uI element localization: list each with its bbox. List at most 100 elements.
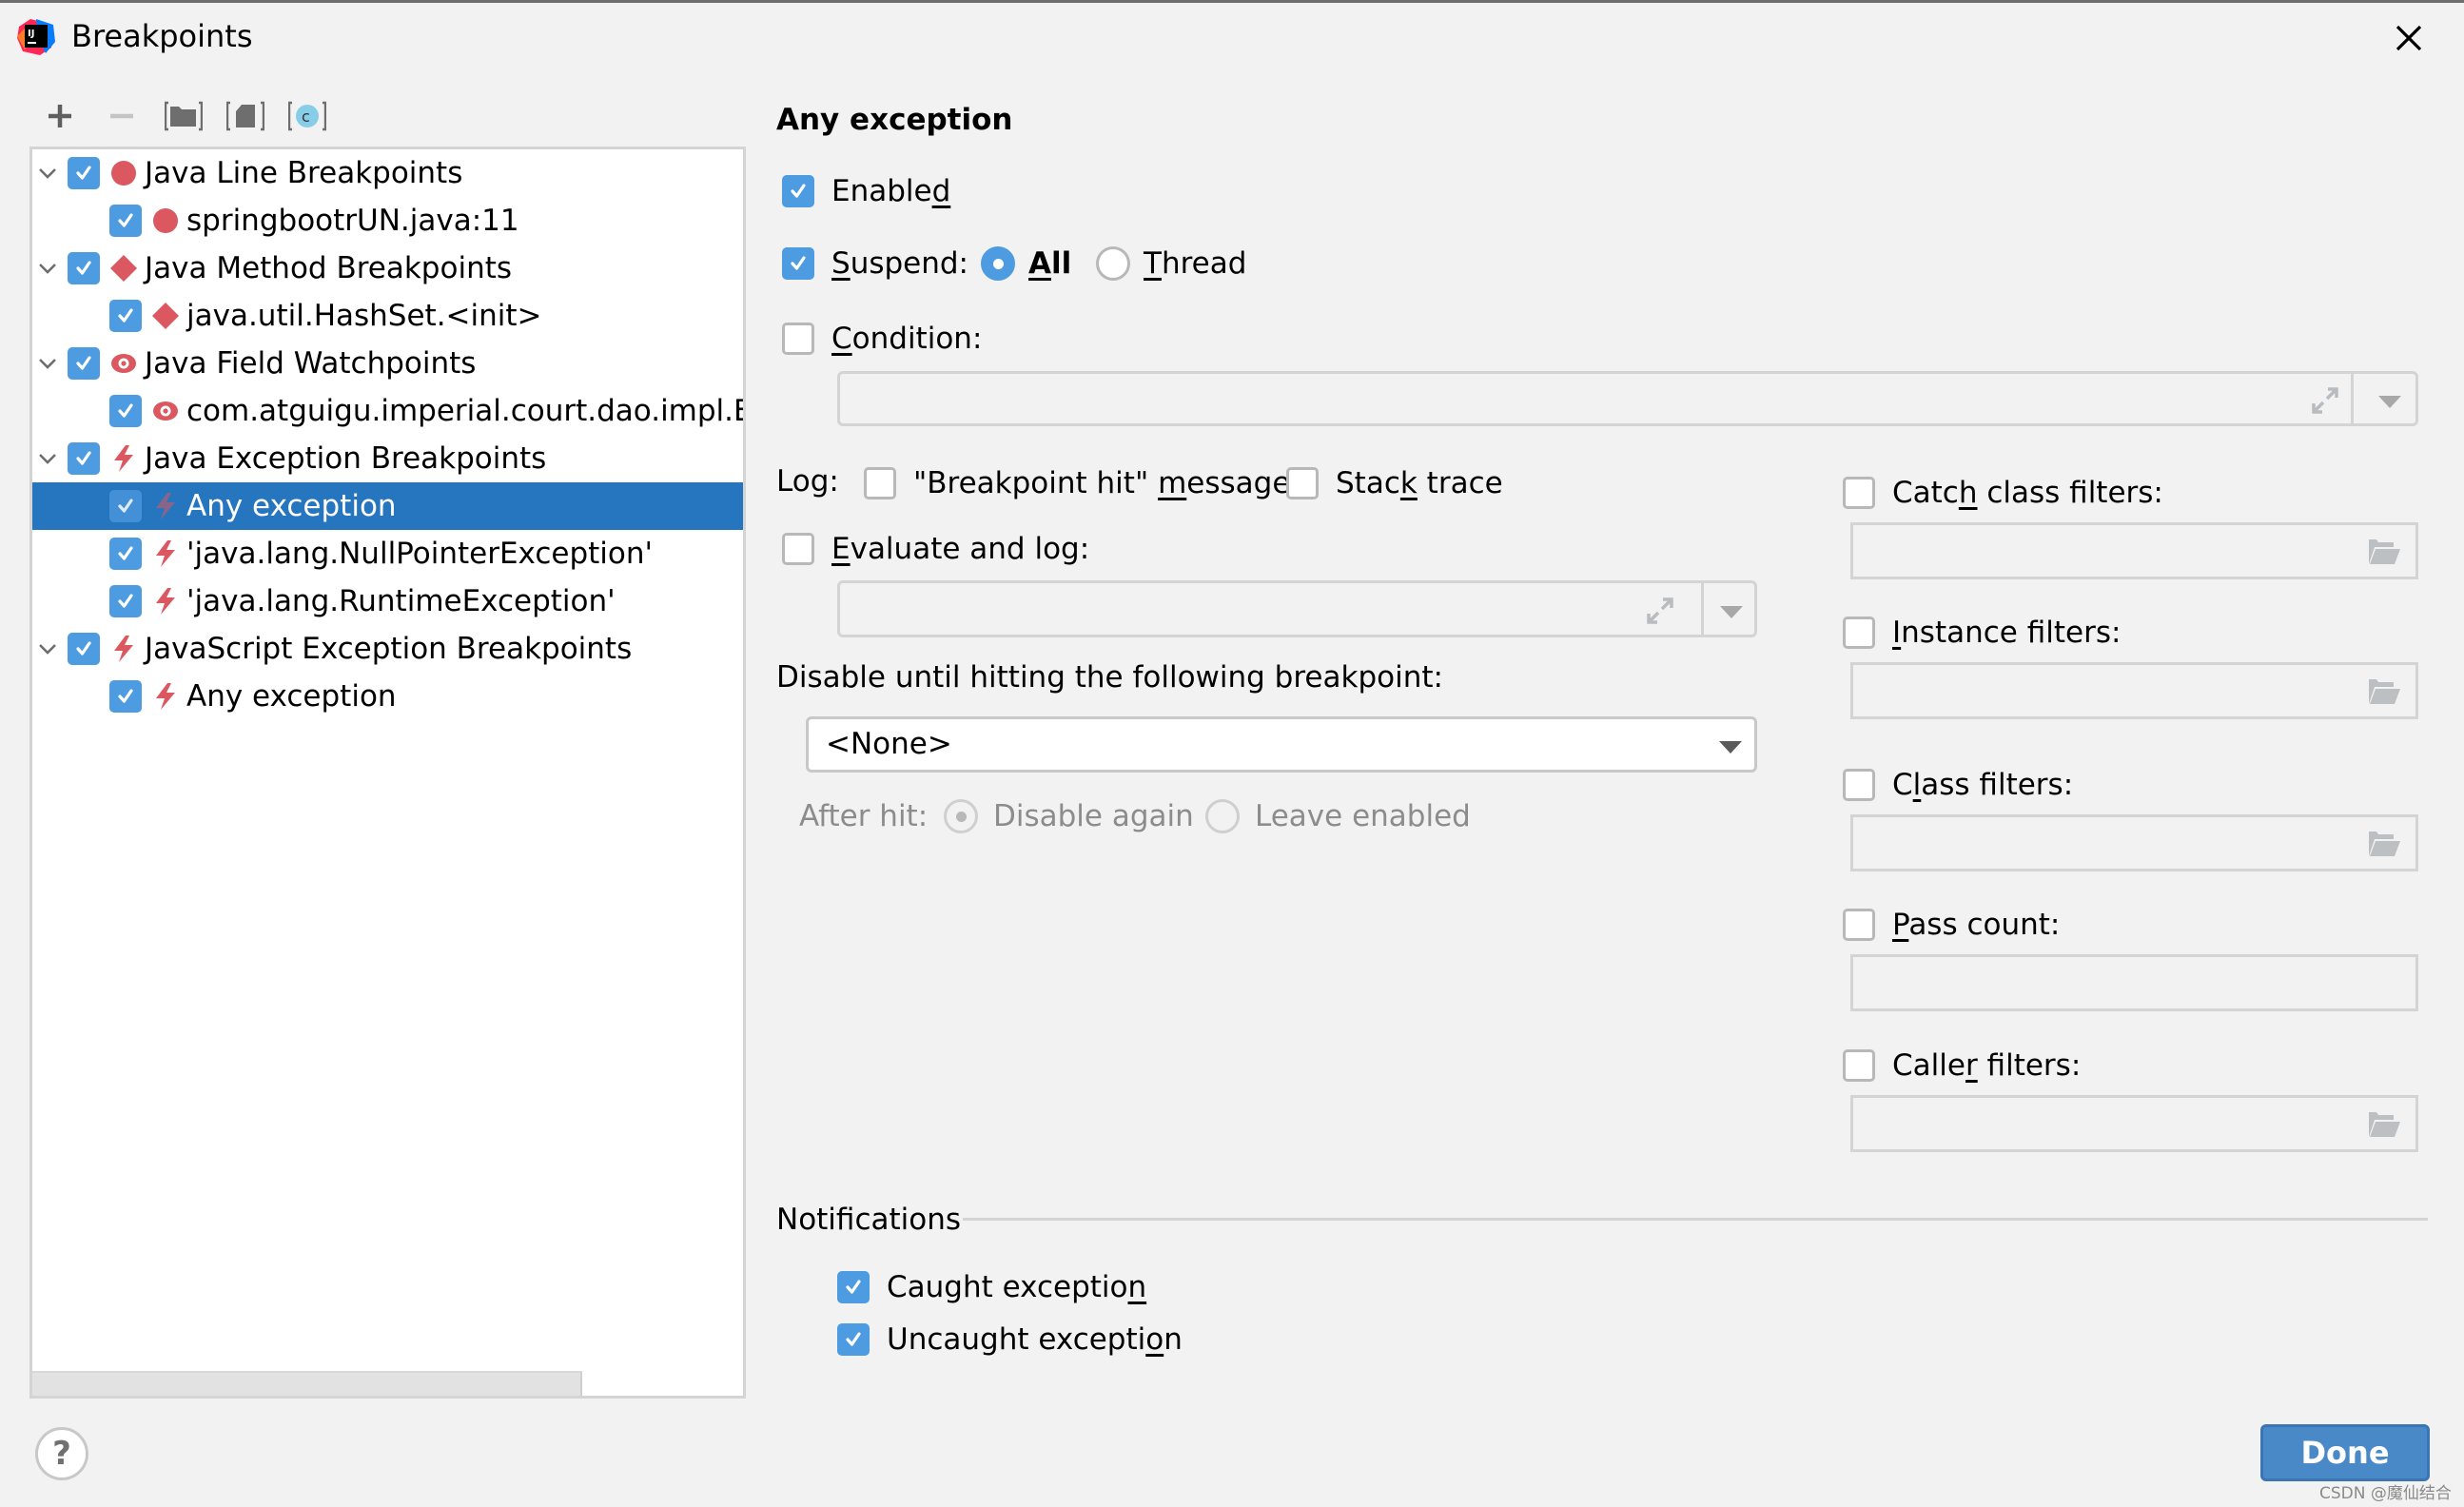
pass-count-checkbox[interactable]: Pass count: (1843, 904, 2060, 946)
tree-item-checkbox[interactable] (109, 538, 142, 570)
checkbox[interactable] (1843, 477, 1875, 509)
disable-until-select[interactable]: <None> (806, 716, 1757, 773)
tree-item[interactable]: Java Method Breakpoints (32, 245, 743, 292)
suspend-thread-radio[interactable]: Thread (1096, 243, 1246, 284)
field-watchpoint-icon (151, 397, 180, 425)
tree-item[interactable]: springbootrUN.java:11 (32, 197, 743, 245)
uncaught-exception-checkbox[interactable]: Uncaught exception (837, 1319, 1183, 1360)
checkbox[interactable] (837, 1323, 870, 1356)
chevron-down-icon[interactable] (36, 162, 59, 185)
radio-button[interactable] (1096, 246, 1130, 281)
expand-icon[interactable] (1645, 596, 1675, 626)
tree-item-checkbox[interactable] (109, 300, 142, 332)
radio-button[interactable] (1205, 799, 1240, 833)
checkbox[interactable] (782, 533, 814, 565)
checkbox[interactable] (1286, 467, 1319, 499)
evaluate-and-log-checkbox[interactable]: Evaluate and log: (782, 528, 1089, 570)
tree-item[interactable]: Java Field Watchpoints (32, 340, 743, 387)
catch-class-filters-input[interactable] (1850, 522, 2418, 579)
radio-button[interactable] (944, 799, 978, 833)
tree-item-checkbox[interactable] (68, 157, 100, 189)
tree-item[interactable]: JavaScript Exception Breakpoints (32, 625, 743, 673)
tree-item[interactable]: Any exception (32, 673, 743, 720)
suspend-checkbox-box[interactable] (782, 247, 814, 280)
uncaught-exception-label: Uncaught exception (887, 1322, 1183, 1357)
browse-folder-icon[interactable] (2367, 830, 2401, 858)
tree-item[interactable]: java.util.HashSet.<init> (32, 292, 743, 340)
checkmark-icon (76, 641, 91, 656)
breakpoint-hit-message-checkbox[interactable]: "Breakpoint hit" message (864, 462, 1290, 504)
tree-item-checkbox[interactable] (68, 442, 100, 475)
suspend-checkbox[interactable]: Suspend: (782, 243, 968, 284)
condition-input[interactable] (837, 371, 2418, 426)
instance-filters-input[interactable] (1850, 662, 2418, 719)
suspend-all-radio[interactable]: All (981, 243, 1071, 284)
checkbox[interactable] (1843, 909, 1875, 941)
tree-item-checkbox[interactable] (109, 395, 142, 427)
caller-filters-input[interactable] (1850, 1095, 2418, 1152)
tree-item-checkbox[interactable] (68, 347, 100, 380)
instance-filters-checkbox[interactable]: Instance filters: (1843, 612, 2121, 654)
pass-count-input[interactable] (1850, 954, 2418, 1011)
evaluate-and-log-label: Evaluate and log: (831, 532, 1090, 566)
checkbox[interactable] (837, 1271, 870, 1303)
tree-item-checkbox[interactable] (109, 490, 142, 522)
tree-item-checkbox[interactable] (68, 633, 100, 665)
browse-folder-icon[interactable] (2367, 677, 2401, 706)
checkbox[interactable] (864, 467, 896, 499)
evaluate-and-log-input[interactable] (837, 580, 1757, 637)
tree-item[interactable]: Java Line Breakpoints (32, 149, 743, 197)
remove-breakpoint-button[interactable] (105, 99, 139, 133)
exception-breakpoint-icon (151, 539, 180, 568)
done-button[interactable]: Done (2260, 1424, 2430, 1481)
dropdown-arrow-icon[interactable] (1720, 606, 1743, 618)
notifications-divider (963, 1218, 2428, 1221)
class-group-icon: c (288, 101, 326, 131)
horizontal-scrollbar[interactable] (32, 1371, 582, 1396)
help-button[interactable]: ? (35, 1427, 88, 1480)
tree-item[interactable]: Java Exception Breakpoints (32, 435, 743, 482)
chevron-down-icon[interactable] (36, 637, 59, 660)
stack-trace-checkbox[interactable]: Stack trace (1286, 462, 1503, 504)
group-by-file-button[interactable] (226, 99, 264, 133)
checkbox[interactable] (1843, 1049, 1875, 1082)
stack-trace-label: Stack trace (1336, 466, 1503, 500)
chevron-down-icon[interactable] (36, 352, 59, 375)
tree-item[interactable]: 'java.lang.RuntimeException' (32, 577, 743, 625)
caller-filters-checkbox[interactable]: Caller filters: (1843, 1045, 2081, 1086)
caught-exception-checkbox[interactable]: Caught exception (837, 1266, 1146, 1308)
chevron-down-icon[interactable] (36, 257, 59, 280)
tree-item-checkbox[interactable] (68, 252, 100, 284)
tree-item[interactable]: 'java.lang.NullPointerException' (32, 530, 743, 577)
notifications-heading: Notifications (776, 1203, 962, 1237)
field-watchpoint-icon (109, 349, 138, 378)
leave-enabled-radio[interactable]: Leave enabled (1205, 795, 1471, 837)
tree-item-checkbox[interactable] (109, 680, 142, 713)
tree-item[interactable]: com.atguigu.imperial.court.dao.impl.Em (32, 387, 743, 435)
tree-item-checkbox[interactable] (109, 205, 142, 237)
class-filters-input[interactable] (1850, 814, 2418, 871)
dropdown-arrow-icon[interactable] (2378, 396, 2401, 408)
catch-class-filters-checkbox[interactable]: Catch class filters: (1843, 472, 2163, 514)
class-filters-checkbox[interactable]: Class filters: (1843, 764, 2073, 806)
radio-button[interactable] (981, 246, 1015, 281)
checkbox[interactable] (1843, 769, 1875, 801)
group-by-class-button[interactable]: c (288, 99, 326, 133)
checkbox[interactable] (1843, 616, 1875, 649)
browse-folder-icon[interactable] (2367, 1110, 2401, 1139)
add-breakpoint-button[interactable] (43, 99, 77, 133)
disable-again-radio[interactable]: Disable again (944, 795, 1194, 837)
expand-icon[interactable] (2310, 385, 2340, 416)
tree-item[interactable]: Any exception (32, 482, 743, 530)
tree-item-checkbox[interactable] (109, 585, 142, 617)
breakpoints-tree[interactable]: Any exception JavaScript Exception Breakp… (29, 147, 746, 1399)
browse-folder-icon[interactable] (2367, 538, 2401, 566)
close-icon[interactable] (2390, 19, 2428, 57)
group-by-package-button[interactable] (165, 99, 203, 133)
enabled-checkbox-box[interactable] (782, 175, 814, 207)
dropdown-arrow-icon[interactable] (1719, 741, 1742, 754)
condition-checkbox[interactable]: Condition: (782, 318, 982, 360)
chevron-down-icon[interactable] (36, 447, 59, 470)
condition-checkbox-box[interactable] (782, 323, 814, 355)
enabled-checkbox[interactable]: Enabled (782, 170, 950, 212)
